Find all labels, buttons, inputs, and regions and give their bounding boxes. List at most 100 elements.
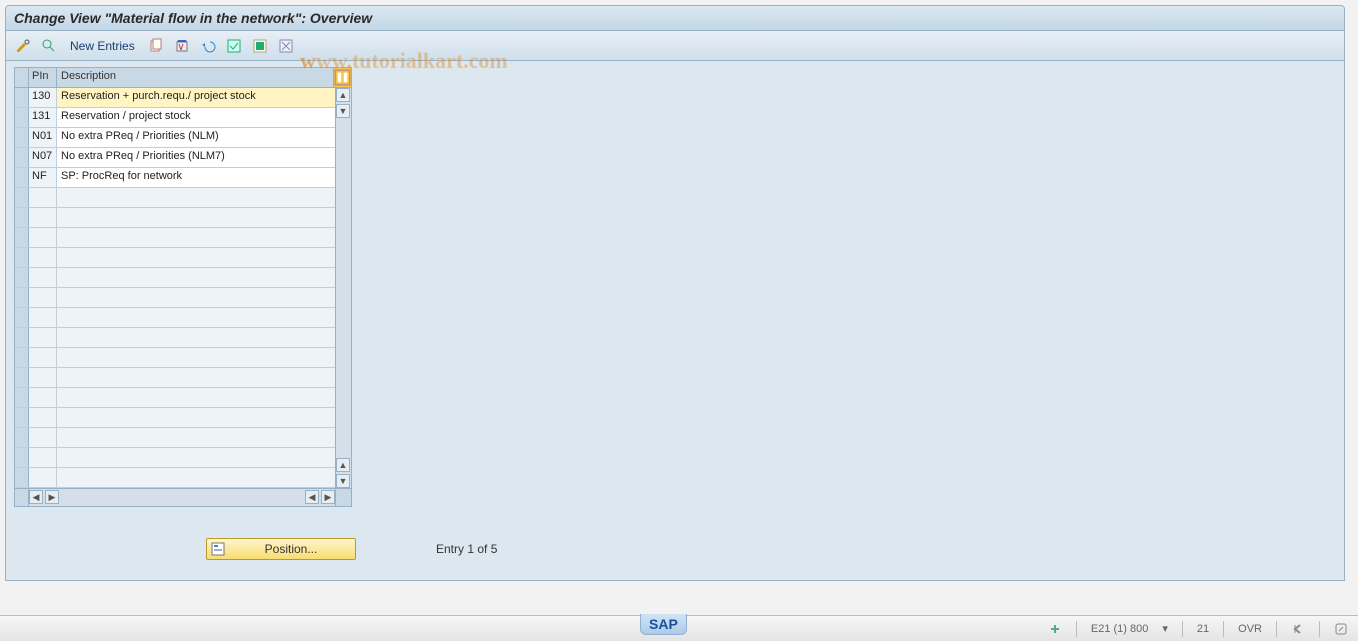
cell-description[interactable]	[57, 448, 335, 467]
cell-pin[interactable]	[29, 228, 57, 247]
status-system[interactable]: E21 (1) 800	[1091, 623, 1148, 635]
scroll-right-step-icon[interactable]: ◀	[305, 490, 319, 504]
row-selector[interactable]	[15, 228, 29, 247]
cell-description[interactable]: No extra PReq / Priorities (NLM)	[57, 128, 335, 147]
position-button[interactable]: Position...	[206, 538, 356, 560]
table-row[interactable]: N01No extra PReq / Priorities (NLM)	[15, 128, 335, 148]
grid-select-all-corner[interactable]	[15, 68, 29, 87]
new-entries-button[interactable]: New Entries	[64, 39, 141, 53]
cell-description[interactable]	[57, 468, 335, 487]
column-header-description[interactable]: Description	[57, 68, 333, 87]
cell-pin[interactable]	[29, 288, 57, 307]
scroll-left-icon[interactable]: ◀	[29, 490, 43, 504]
cell-pin[interactable]	[29, 388, 57, 407]
scroll-thumb-bottom[interactable]: ▲	[336, 458, 350, 472]
cell-pin[interactable]	[29, 268, 57, 287]
row-selector[interactable]	[15, 88, 29, 107]
cell-pin[interactable]: N01	[29, 128, 57, 147]
table-row-empty[interactable]	[15, 228, 335, 248]
scroll-right-icon[interactable]: ▶	[321, 490, 335, 504]
cell-pin[interactable]	[29, 248, 57, 267]
delete-button[interactable]	[171, 35, 193, 57]
table-row[interactable]: 131Reservation / project stock	[15, 108, 335, 128]
row-selector[interactable]	[15, 328, 29, 347]
cell-pin[interactable]: NF	[29, 168, 57, 187]
undo-button[interactable]	[197, 35, 219, 57]
status-dropdown-icon[interactable]: ▾	[1162, 622, 1168, 635]
row-selector[interactable]	[15, 148, 29, 167]
scroll-up-icon[interactable]: ▲	[336, 88, 350, 102]
cell-description[interactable]: SP: ProcReq for network	[57, 168, 335, 187]
status-abort-icon[interactable]	[1334, 622, 1348, 636]
row-selector[interactable]	[15, 428, 29, 447]
column-header-pin[interactable]: PIn	[29, 68, 57, 87]
cell-description[interactable]	[57, 428, 335, 447]
row-selector[interactable]	[15, 468, 29, 487]
table-row-empty[interactable]	[15, 248, 335, 268]
row-selector[interactable]	[15, 388, 29, 407]
vertical-scrollbar[interactable]: ▲ ▼ ▲ ▼	[335, 88, 351, 488]
table-row-empty[interactable]	[15, 428, 335, 448]
select-all-button[interactable]	[223, 35, 245, 57]
cell-description[interactable]	[57, 188, 335, 207]
row-selector[interactable]	[15, 308, 29, 327]
cell-description[interactable]	[57, 328, 335, 347]
cell-pin[interactable]	[29, 448, 57, 467]
deselect-all-button[interactable]	[275, 35, 297, 57]
row-selector[interactable]	[15, 288, 29, 307]
cell-pin[interactable]	[29, 368, 57, 387]
cell-pin[interactable]	[29, 208, 57, 227]
select-block-button[interactable]	[249, 35, 271, 57]
table-row-empty[interactable]	[15, 448, 335, 468]
cell-description[interactable]	[57, 348, 335, 367]
cell-description[interactable]	[57, 228, 335, 247]
cell-pin[interactable]: 131	[29, 108, 57, 127]
table-row-empty[interactable]	[15, 468, 335, 488]
cell-pin[interactable]	[29, 468, 57, 487]
row-selector[interactable]	[15, 108, 29, 127]
status-back-icon[interactable]	[1291, 622, 1305, 636]
cell-description[interactable]	[57, 388, 335, 407]
cell-pin[interactable]	[29, 408, 57, 427]
table-row-empty[interactable]	[15, 268, 335, 288]
horizontal-scrollbar[interactable]: ◀ ▶ ◀ ▶	[15, 488, 351, 506]
cell-pin[interactable]: N07	[29, 148, 57, 167]
cell-pin[interactable]	[29, 188, 57, 207]
table-row-empty[interactable]	[15, 308, 335, 328]
cell-pin[interactable]: 130	[29, 88, 57, 107]
table-row[interactable]: 130Reservation + purch.requ./ project st…	[15, 88, 335, 108]
row-selector[interactable]	[15, 448, 29, 467]
row-selector[interactable]	[15, 208, 29, 227]
cell-description[interactable]	[57, 408, 335, 427]
row-selector[interactable]	[15, 128, 29, 147]
cell-pin[interactable]	[29, 428, 57, 447]
cell-description[interactable]: No extra PReq / Priorities (NLM7)	[57, 148, 335, 167]
scroll-down-icon[interactable]: ▼	[336, 474, 350, 488]
cell-description[interactable]	[57, 308, 335, 327]
table-row[interactable]: NFSP: ProcReq for network	[15, 168, 335, 188]
cell-pin[interactable]	[29, 308, 57, 327]
change-display-toggle-button[interactable]	[12, 35, 34, 57]
status-tree-icon[interactable]	[1048, 622, 1062, 636]
scroll-thumb-top[interactable]: ▼	[336, 104, 350, 118]
table-row-empty[interactable]	[15, 368, 335, 388]
table-row-empty[interactable]	[15, 328, 335, 348]
cell-pin[interactable]	[29, 348, 57, 367]
row-selector[interactable]	[15, 348, 29, 367]
cell-description[interactable]	[57, 288, 335, 307]
table-row-empty[interactable]	[15, 348, 335, 368]
other-view-button[interactable]	[38, 35, 60, 57]
row-selector[interactable]	[15, 188, 29, 207]
table-row-empty[interactable]	[15, 208, 335, 228]
cell-description[interactable]	[57, 268, 335, 287]
row-selector[interactable]	[15, 268, 29, 287]
cell-description[interactable]	[57, 208, 335, 227]
scroll-left-step-icon[interactable]: ▶	[45, 490, 59, 504]
table-row[interactable]: N07No extra PReq / Priorities (NLM7)	[15, 148, 335, 168]
table-row-empty[interactable]	[15, 388, 335, 408]
table-row-empty[interactable]	[15, 408, 335, 428]
row-selector[interactable]	[15, 248, 29, 267]
row-selector[interactable]	[15, 368, 29, 387]
table-row-empty[interactable]	[15, 188, 335, 208]
row-selector[interactable]	[15, 168, 29, 187]
